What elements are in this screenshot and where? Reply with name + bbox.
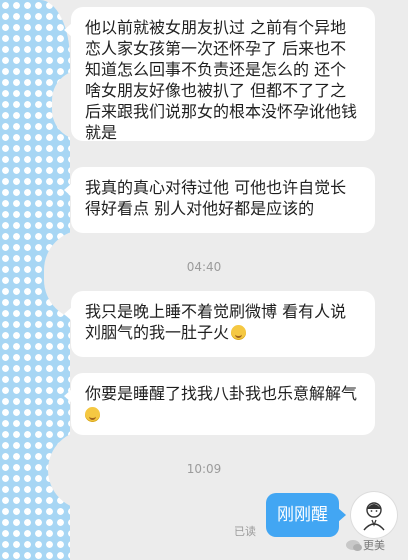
read-receipt: 已读 bbox=[234, 525, 256, 538]
message-text: 他以前就被女朋友扒过 之前有个异地恋人家女孩第一次还怀孕了 后来也不知道怎么回事… bbox=[85, 18, 358, 142]
watermark-text: 更美 bbox=[363, 539, 385, 552]
message-bubble-2[interactable]: 我真的真心对待过他 可他也许自觉长得好看点 别人对他好都是应该的 bbox=[64, 167, 375, 233]
message-text: 我真的真心对待过他 可他也许自觉长得好看点 别人对他好都是应该的 bbox=[85, 178, 347, 218]
avatar[interactable] bbox=[351, 492, 397, 538]
avatar-cartoon-icon bbox=[363, 502, 385, 531]
polka-dot-blur-overlay bbox=[0, 0, 88, 560]
laughing-emoji-icon bbox=[85, 407, 100, 422]
watermark: 更美 bbox=[346, 537, 385, 553]
sent-message-bubble[interactable]: 刚刚醒 bbox=[266, 493, 346, 537]
timestamp: 04:40 bbox=[186, 260, 222, 274]
message-bubble-1[interactable]: 他以前就被女朋友扒过 之前有个异地恋人家女孩第一次还怀孕了 后来也不知道怎么回事… bbox=[64, 7, 375, 142]
smirk-emoji-icon bbox=[231, 325, 247, 340]
message-text: 刚刚醒 bbox=[277, 505, 328, 525]
wechat-icon bbox=[346, 540, 362, 551]
message-bubble-4[interactable]: 你要是睡醒了找我八卦我也乐意解解气 bbox=[64, 373, 375, 435]
message-bubble-3[interactable]: 我只是晚上睡不着觉刷微博 看有人说刘胭气的我一肚子火 bbox=[64, 291, 375, 357]
message-text: 我只是晚上睡不着觉刷微博 看有人说刘胭气的我一肚子火 bbox=[85, 302, 347, 342]
timestamp: 10:09 bbox=[186, 462, 222, 476]
message-text: 你要是睡醒了找我八卦我也乐意解解气 bbox=[85, 384, 358, 403]
